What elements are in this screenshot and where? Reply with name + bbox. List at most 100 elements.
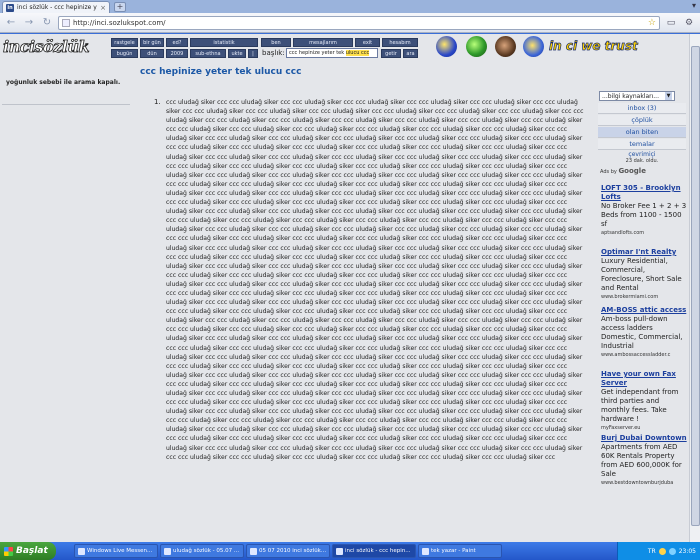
taskbar: Başlat Windows Live Messen... uludağ söz… [0,542,700,560]
ad-title[interactable]: Have your own Fax Server [601,370,689,388]
browser-icon [250,547,257,555]
task-inci-0507[interactable]: 05 07 2010 inci sözlük... [246,544,330,558]
ad-title[interactable]: Burj Dubai Downtown [601,434,689,443]
tab-title: inci sözlük - ccc hepinize ye... [17,4,97,11]
ad-title[interactable]: Optimar I'nt Realty [601,248,689,257]
ad-url[interactable]: www.brokermiami.com [601,293,689,301]
ads-by-google[interactable]: Ads by Google [600,167,646,175]
sidebar-item-olan-biten[interactable]: olan biten [598,127,686,138]
nav-exit[interactable]: exit [355,38,380,47]
page-menu-icon[interactable]: ▭ [664,16,678,30]
chevron-down-icon: ▼ [665,92,672,100]
close-tab-icon[interactable]: × [100,4,106,12]
start-label: Başlat [16,546,48,556]
nav-sub-ethna[interactable]: sub-ethna [190,49,226,58]
forward-icon[interactable]: → [22,16,36,30]
face-avatar-icon[interactable] [495,36,516,57]
nav-rastgele[interactable]: rastgele [111,38,138,47]
task-label: tek yazar - Paint [431,548,476,554]
site-favicon-icon: in [6,3,14,12]
task-label: uludağ sözlük - 05.07 ... [173,548,240,554]
nav-separator: | [248,49,258,58]
online-sub: 23 dak. oldu. [625,158,659,164]
baslik-input-text: ccc hepinize yeter tek [289,50,346,56]
ad-url[interactable]: www.bestdowntownburjduba [601,479,689,487]
nav-istatistik[interactable]: istatistik [190,38,258,47]
page-scrollbar[interactable] [689,34,700,542]
site-header: incisözlük rastgele bir gün ed? istatist… [0,34,700,62]
nav-ben[interactable]: ben [261,38,291,47]
tab-list-icon[interactable]: ▾ [692,1,696,10]
ad-url[interactable]: www.ambossaccessladder.c [601,351,689,359]
address-bar[interactable]: http://inci.sozlukspot.com/ ☆ [58,15,660,30]
nav-bugun[interactable]: bugün [111,49,138,58]
ara-button[interactable]: ara [403,49,418,58]
task-uludag[interactable]: uludağ sözlük - 05.07 ... [160,544,244,558]
nav-2009[interactable]: 2009 [166,49,188,58]
windows-logo-icon [4,546,13,556]
online-status[interactable]: çevrimiçi 23 dak. oldu. [598,151,686,165]
ad-title[interactable]: LOFT 305 - Brooklyn Lofts [601,184,689,202]
reload-icon[interactable]: ↻ [40,16,54,30]
task-inci-ccc[interactable]: inci sözlük - ccc hepin... [332,544,416,558]
address-text[interactable]: http://inci.sozlukspot.com/ [73,19,645,27]
back-icon[interactable]: ← [4,16,18,30]
task-label: Windows Live Messen... [87,548,153,554]
nav-dun[interactable]: dün [140,49,164,58]
tray-icon[interactable] [658,547,666,555]
search-closed-note: yoğunluk sebebi ile arama kapalı. [6,79,121,86]
ad-body: Luxury Residential, Commercial, Foreclos… [601,257,682,292]
baslik-input[interactable]: ccc hepinize yeter tek ulucu ccc [286,48,378,58]
sun-globe-icon[interactable] [436,36,457,57]
site-logo[interactable]: incisözlük [3,37,90,57]
ad-block: LOFT 305 - Brooklyn Lofts No Broker Fee … [601,184,689,237]
ad-block: Burj Dubai Downtown Apartments from AED … [601,434,689,487]
quick-launch [56,542,72,560]
nav-bir-gun[interactable]: bir gün [140,38,164,47]
nav-mesajlarim[interactable]: mesajlarım [293,38,353,47]
ad-title[interactable]: AM-BOSS attic access [601,306,689,315]
left-divider [2,104,130,105]
nav-ukte[interactable]: ukte [228,49,246,58]
getir-button[interactable]: getir [381,49,401,58]
browser-icon [336,547,343,555]
web-page: incisözlük rastgele bir gün ed? istatist… [0,34,700,542]
ad-url[interactable]: aptsandlofts.com [601,229,689,237]
wrench-icon[interactable]: ⚙ [682,16,696,30]
ad-url[interactable]: myFaxserver.eu [601,424,689,432]
tray-icon[interactable] [668,547,676,555]
ad-block: Optimar I'nt Realty Luxury Residential, … [601,248,689,301]
green-star-icon[interactable] [466,36,487,57]
page-title[interactable]: ccc hepinize yeter tek ulucu ccc [140,67,301,77]
baslik-input-highlight: ulucu ccc [345,50,370,56]
entry-text: ccc uludağ siker ccc ccc uludağ siker cc… [166,99,584,461]
messenger-icon [78,547,85,555]
sidebar-item-copluk[interactable]: çöplük [598,115,686,126]
google-logo: Google [618,167,646,175]
sidebar-item-temalar[interactable]: temalar [598,139,686,150]
nav-ed[interactable]: ed? [166,38,188,47]
baslik-label: başlık: [262,49,285,57]
system-tray: TR 23:05 [617,542,700,560]
start-button[interactable]: Başlat [0,542,56,560]
bookmark-star-icon[interactable]: ☆ [648,18,656,28]
language-indicator[interactable]: TR [648,548,656,555]
info-cube-icon[interactable] [523,36,544,57]
ad-block: AM-BOSS attic access Am-boss pull-down a… [601,306,689,359]
browser-tab[interactable]: in inci sözlük - ccc hepinize ye... × [2,1,110,13]
browser-toolbar: ← → ↻ http://inci.sozlukspot.com/ ☆ ▭ ⚙ [0,13,700,33]
scrollbar-thumb[interactable] [691,46,700,526]
online-label: çevrimiçi [628,151,656,158]
browser-icon [164,547,171,555]
info-sources-select[interactable]: ...bilgi kaynakları... ▼ [599,91,675,101]
task-paint[interactable]: tek yazar - Paint [418,544,502,558]
new-tab-button[interactable]: + [114,2,126,12]
entry-number: 1. [154,98,161,106]
browser-tab-bar: in inci sözlük - ccc hepinize ye... × + … [0,0,700,13]
ad-block: Have your own Fax Server Get independant… [601,370,689,432]
sidebar-item-inbox[interactable]: inbox (3) [598,103,686,114]
trust-slogan: in ci we trust [549,39,638,54]
task-messenger[interactable]: Windows Live Messen... [74,544,158,558]
nav-hesabim[interactable]: hesabım [382,38,418,47]
clock[interactable]: 23:05 [679,548,696,555]
